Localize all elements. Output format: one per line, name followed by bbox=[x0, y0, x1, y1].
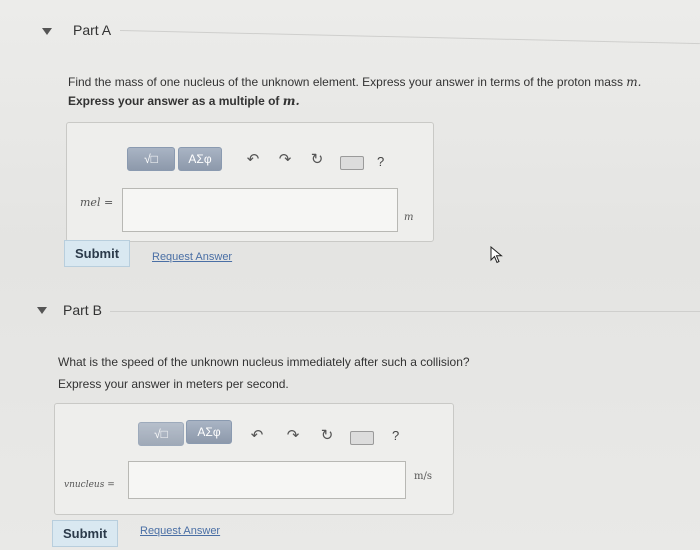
reset-icon-b[interactable]: ↻ bbox=[318, 426, 336, 446]
part-b-answer-input[interactable] bbox=[128, 461, 406, 499]
help-icon[interactable]: ? bbox=[377, 154, 384, 169]
part-b-instruction: Express your answer in meters per second… bbox=[58, 377, 289, 391]
greek-symbols-button-b[interactable]: ΑΣφ bbox=[186, 420, 232, 444]
part-a-request-answer-link[interactable]: Request Answer bbox=[152, 251, 232, 263]
part-a-question-var: m. bbox=[626, 75, 642, 89]
template-icon: √□ bbox=[144, 152, 158, 166]
header-divider bbox=[119, 30, 700, 45]
part-b-answer-label: vnucleus = bbox=[64, 480, 115, 490]
part-b-caret-icon[interactable] bbox=[37, 307, 47, 314]
undo-icon-b[interactable]: ↶ bbox=[248, 426, 266, 446]
part-b-submit-button[interactable]: Submit bbox=[52, 520, 118, 547]
redo-icon[interactable]: ↷ bbox=[276, 150, 294, 170]
part-a-instruction-text: Express your answer as a multiple of bbox=[68, 94, 283, 108]
keyboard-icon-b[interactable] bbox=[350, 431, 374, 445]
part-a-question-text: Find the mass of one nucleus of the unkn… bbox=[68, 75, 627, 89]
part-b-unit: m/s bbox=[414, 471, 432, 482]
part-b-title: Part B bbox=[63, 302, 102, 318]
part-b-question: What is the speed of the unknown nucleus… bbox=[58, 355, 470, 369]
part-a-answer-input[interactable] bbox=[122, 188, 398, 232]
collapse-caret-icon[interactable] bbox=[42, 28, 52, 35]
greek-label: ΑΣφ bbox=[188, 152, 212, 166]
template-icon-b: √□ bbox=[154, 427, 168, 441]
undo-icon[interactable]: ↶ bbox=[244, 150, 262, 170]
keyboard-icon[interactable] bbox=[340, 156, 364, 170]
part-a-title: Part A bbox=[73, 22, 112, 38]
templates-button-b[interactable]: √□ bbox=[138, 422, 184, 446]
part-b-divider bbox=[110, 311, 700, 312]
part-a-answer-label: mel = bbox=[80, 196, 114, 209]
greek-label-b: ΑΣφ bbox=[197, 425, 221, 439]
templates-button[interactable]: √□ bbox=[127, 147, 175, 171]
part-b-request-answer-link[interactable]: Request Answer bbox=[140, 525, 220, 537]
reset-icon[interactable]: ↻ bbox=[308, 150, 326, 170]
cursor-icon bbox=[490, 246, 503, 264]
redo-icon-b[interactable]: ↷ bbox=[284, 426, 302, 446]
part-a-instruction: Express your answer as a multiple of m. bbox=[68, 93, 300, 110]
part-a-question: Find the mass of one nucleus of the unkn… bbox=[68, 74, 641, 91]
part-a-unit: m bbox=[404, 212, 414, 223]
greek-symbols-button[interactable]: ΑΣφ bbox=[178, 147, 222, 171]
part-a-submit-button[interactable]: Submit bbox=[64, 240, 130, 267]
help-icon-b[interactable]: ? bbox=[392, 428, 399, 443]
part-a-instruction-var: m. bbox=[282, 94, 300, 108]
